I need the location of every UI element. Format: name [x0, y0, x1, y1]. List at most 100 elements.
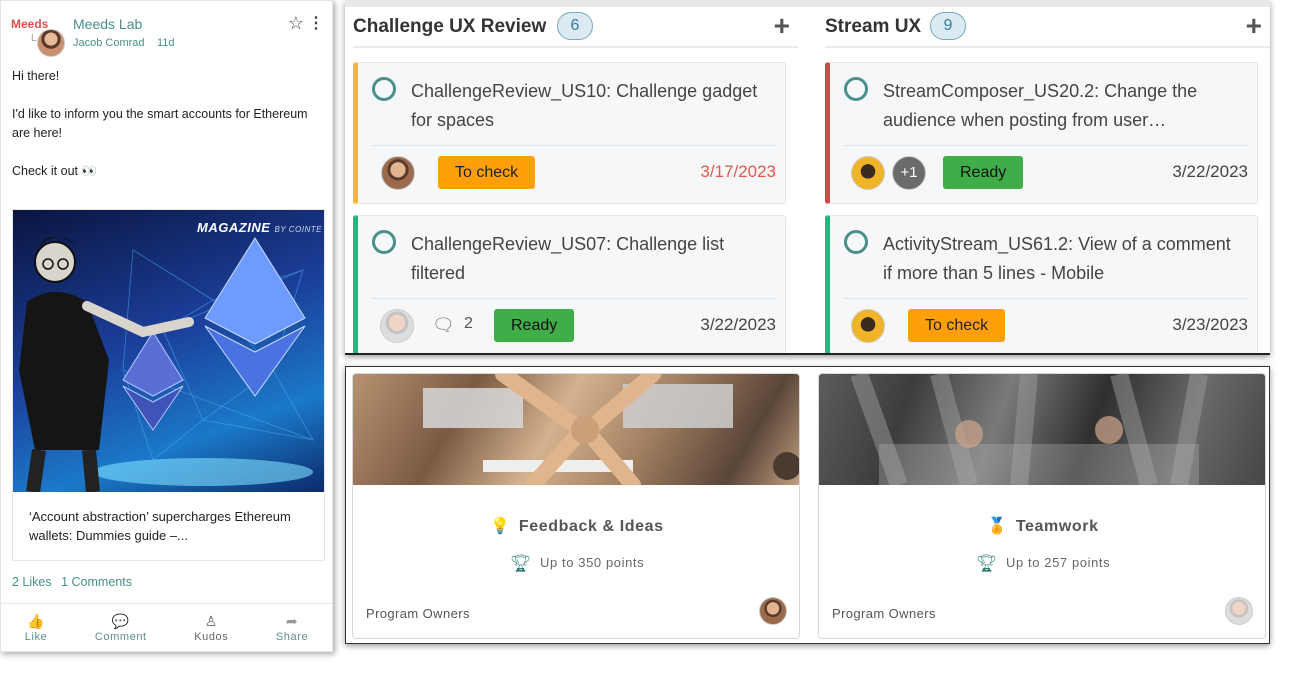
task-title[interactable]: ActivityStream_US61.2: View of a comment…	[883, 230, 1243, 288]
like-label: Like	[24, 630, 48, 643]
post-header: Meeds L Meeds Lab Jacob Comrad 11d ☆ ⋮	[11, 13, 326, 57]
comment-label: Comment	[94, 630, 147, 643]
comment-button[interactable]: 💬 Comment	[95, 604, 147, 651]
add-task-plus-icon[interactable]: +	[774, 10, 790, 42]
program-owner-avatar[interactable]	[1225, 597, 1253, 625]
program-title-text: Feedback & Ideas	[518, 518, 664, 535]
card-divider	[372, 145, 777, 146]
task-complete-circle-icon[interactable]	[844, 230, 868, 254]
task-complete-circle-icon[interactable]	[372, 230, 396, 254]
more-assignees-badge[interactable]: +1	[892, 156, 926, 190]
task-title[interactable]: ChallengeReview_US07: Challenge list fil…	[411, 230, 771, 288]
task-card-footer: +1 Ready 3/22/2023	[848, 156, 1248, 192]
task-title[interactable]: StreamComposer_US20.2: Change the audien…	[883, 77, 1243, 135]
trophy-icon: 🏆︎	[509, 554, 532, 573]
post-time: 11d	[157, 37, 175, 49]
assignee-avatar[interactable]	[381, 156, 415, 190]
program-points: 🏆︎ Up to 257 points	[819, 554, 1265, 574]
like-button[interactable]: 👍 Like	[25, 604, 48, 651]
task-card-footer: 🗨 2 Ready 3/22/2023	[376, 309, 776, 345]
program-title[interactable]: 💡 Feedback & Ideas	[353, 516, 799, 536]
magazine-logo-text: MAGAZINE	[197, 220, 271, 235]
status-badge[interactable]: To check	[438, 156, 536, 189]
comment-icon: 💬	[111, 612, 130, 629]
assignee-avatar[interactable]	[851, 156, 885, 190]
author-name-link[interactable]: Jacob Comrad	[73, 37, 145, 49]
column-task-count: 6	[557, 12, 593, 40]
trophy-icon: 🏆︎	[975, 554, 998, 573]
space-name-link[interactable]: Meeds Lab	[73, 16, 142, 32]
task-card-footer: To check 3/17/2023	[376, 156, 776, 192]
space-logo[interactable]: Meeds	[11, 17, 48, 31]
post-body: Hi there! I'd like to inform you the sma…	[12, 67, 326, 200]
link-preview-image: MAGAZINE BY COINTE	[13, 210, 324, 492]
author-avatar[interactable]	[37, 29, 65, 57]
link-preview-title[interactable]: ‘Account abstraction’ supercharges Ether…	[29, 507, 319, 545]
kudos-label: Kudos	[194, 630, 229, 643]
column-header: Challenge UX Review 6 +	[353, 8, 798, 48]
share-button[interactable]: ➦ Share	[276, 604, 308, 651]
status-badge[interactable]: To check	[908, 309, 1006, 342]
programs-panel: 💡 Feedback & Ideas 🏆︎ Up to 350 points Pro…	[345, 366, 1270, 644]
post-paragraph: I'd like to inform you the smart account…	[12, 107, 308, 140]
program-owners-label: Program Owners	[832, 606, 936, 621]
column-header: Stream UX 9 +	[825, 8, 1270, 48]
comment-bubble-icon[interactable]: 🗨	[432, 315, 455, 336]
task-card-footer: To check 3/23/2023	[848, 309, 1248, 345]
task-title[interactable]: ChallengeReview_US10: Challenge gadget f…	[411, 77, 771, 135]
lightbulb-icon: 💡	[490, 518, 511, 535]
program-cover-illustration	[850, 374, 1208, 489]
program-card[interactable]: 💡 Feedback & Ideas 🏆︎ Up to 350 points Pro…	[352, 373, 800, 639]
program-title[interactable]: 🏅 Teamwork	[819, 516, 1265, 536]
post-paragraph: Hi there!	[12, 69, 60, 83]
preview-illustration	[19, 236, 314, 492]
program-points-text: Up to 257 points	[1005, 555, 1111, 570]
likes-count-link[interactable]: 2 Likes	[12, 575, 52, 589]
assignee-avatar[interactable]	[380, 309, 414, 343]
task-card[interactable]: ChallengeReview_US10: Challenge gadget f…	[353, 62, 786, 204]
post-stats: 2 Likes 1 Comments	[12, 575, 138, 589]
program-card[interactable]: 🏅 Teamwork 🏆︎ Up to 257 points Program Own…	[818, 373, 1266, 639]
thumb-up-icon: 👍	[27, 612, 46, 629]
add-task-plus-icon[interactable]: +	[1246, 10, 1262, 42]
program-points: 🏆︎ Up to 350 points	[353, 554, 799, 574]
task-card[interactable]: ChallengeReview_US07: Challenge list fil…	[353, 215, 786, 353]
program-owners-label: Program Owners	[366, 606, 470, 621]
column-title: Stream UX	[825, 16, 922, 37]
card-divider	[844, 145, 1249, 146]
status-badge[interactable]: Ready	[943, 156, 1024, 189]
magazine-logo: MAGAZINE BY COINTE	[197, 220, 322, 235]
kudos-icon: ♙	[204, 612, 218, 629]
star-icon[interactable]: ☆	[288, 13, 304, 34]
column-task-count: 9	[930, 12, 966, 40]
assignee-avatar[interactable]	[851, 309, 885, 343]
due-date: 3/22/2023	[1172, 162, 1248, 181]
status-badge[interactable]: Ready	[494, 309, 575, 342]
due-date: 3/17/2023	[700, 162, 776, 181]
kudos-button[interactable]: ♙ Kudos	[194, 604, 228, 651]
share-icon: ➦	[285, 612, 299, 629]
due-date: 3/22/2023	[700, 315, 776, 334]
program-owner-avatar[interactable]	[759, 597, 787, 625]
comments-count-link[interactable]: 1 Comments	[61, 575, 132, 589]
post-paragraph: Check it out 👀	[12, 164, 98, 178]
due-date: 3/23/2023	[1172, 315, 1248, 334]
task-complete-circle-icon[interactable]	[372, 77, 396, 101]
space-logo-sub: L	[31, 33, 37, 44]
activity-post: Meeds L Meeds Lab Jacob Comrad 11d ☆ ⋮ H…	[0, 0, 333, 652]
card-divider	[372, 298, 777, 299]
program-points-text: Up to 350 points	[539, 555, 645, 570]
program-title-text: Teamwork	[1015, 518, 1099, 535]
post-actions-bar: 👍 Like 💬 Comment ♙ Kudos ➦ Share	[1, 603, 332, 651]
program-cover-image	[353, 374, 799, 493]
medal-icon: 🏅	[987, 518, 1008, 535]
magazine-logo-by: BY COINTE	[274, 225, 322, 234]
task-card[interactable]: ActivityStream_US61.2: View of a comment…	[825, 215, 1258, 353]
link-preview-card[interactable]: MAGAZINE BY COINTE ‘Account abstraction’…	[12, 209, 325, 561]
more-menu-icon[interactable]: ⋮	[308, 13, 324, 33]
program-cover-image	[819, 374, 1265, 489]
task-card[interactable]: StreamComposer_US20.2: Change the audien…	[825, 62, 1258, 204]
task-complete-circle-icon[interactable]	[844, 77, 868, 101]
column-title: Challenge UX Review	[353, 16, 547, 37]
share-label: Share	[275, 630, 309, 643]
